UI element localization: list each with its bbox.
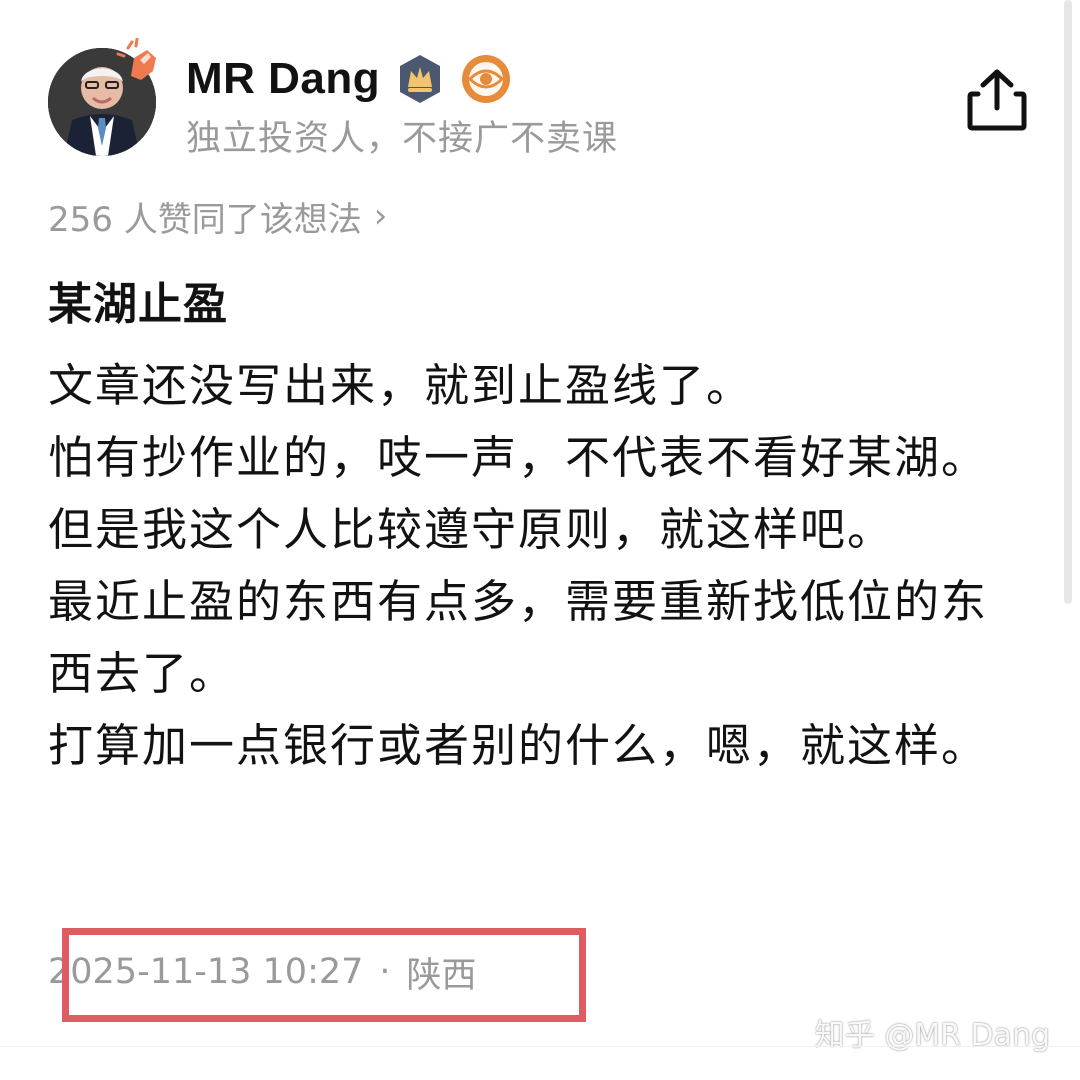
agree-text: 256 人赞同了该想法 xyxy=(48,199,362,240)
highlight-box xyxy=(62,928,586,1022)
avatar-container[interactable] xyxy=(48,37,156,156)
reaction-badge-icon xyxy=(116,37,166,88)
post-line: 怕有抄作业的，吱一声，不代表不看好某湖。 xyxy=(48,431,989,484)
agree-count[interactable]: 256 人赞同了该想法 › xyxy=(48,192,387,240)
divider xyxy=(0,1046,1080,1047)
author-bio: 独立投资人，不接广不卖课 xyxy=(186,119,619,159)
scrollbar[interactable] xyxy=(1064,0,1072,604)
share-icon xyxy=(967,69,1027,131)
author-header: MR Dang 独立投资人，不接广不卖课 xyxy=(48,37,1032,164)
author-name[interactable]: MR Dang xyxy=(186,54,380,104)
chevron-right-icon: › xyxy=(373,196,388,236)
share-button[interactable] xyxy=(964,64,1030,134)
eye-badge-icon[interactable] xyxy=(460,53,512,105)
post-title: 某湖止盈 xyxy=(48,279,228,330)
post-line: 最近止盈的东西有点多，需要重新找低位的东西去了。 xyxy=(48,575,989,700)
watermark: 知乎 @MR Dang xyxy=(814,1018,1050,1053)
post-body: 文章还没写出来，就到止盈线了。 怕有抄作业的，吱一声，不代表不看好某湖。 但是我… xyxy=(48,350,1028,782)
crown-badge-icon[interactable] xyxy=(394,53,446,105)
post-line: 但是我这个人比较遵守原则，就这样吧。 xyxy=(48,503,895,556)
post-line: 打算加一点银行或者别的什么，嗯，就这样。 xyxy=(48,719,989,772)
post-line: 文章还没写出来，就到止盈线了。 xyxy=(48,359,754,412)
author-name-row: MR Dang xyxy=(186,50,512,108)
